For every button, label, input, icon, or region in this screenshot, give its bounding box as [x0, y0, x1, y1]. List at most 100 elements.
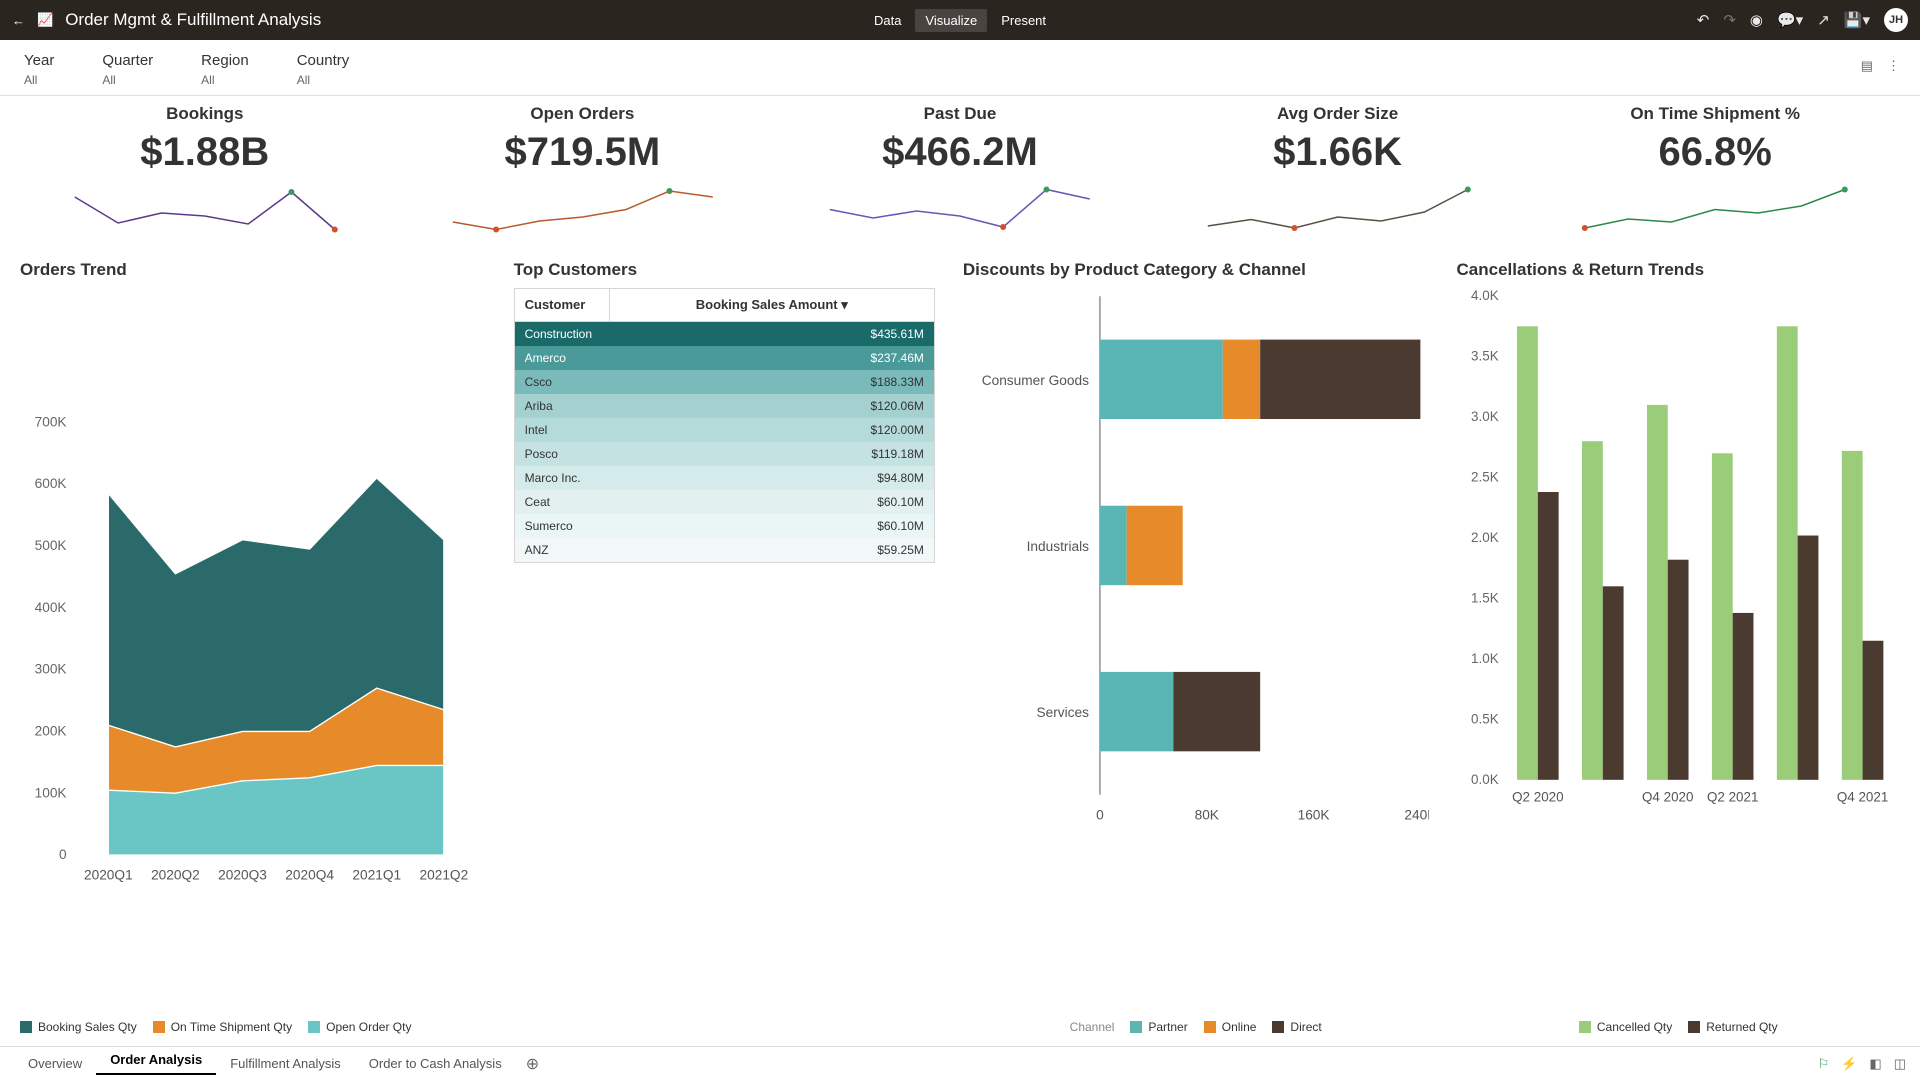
- svg-text:3.0K: 3.0K: [1471, 409, 1499, 424]
- svg-text:500K: 500K: [35, 538, 67, 553]
- svg-text:160K: 160K: [1297, 807, 1329, 822]
- filter-quarter[interactable]: QuarterAll: [102, 52, 153, 87]
- kpi-label: Open Orders: [398, 104, 768, 124]
- svg-text:0.5K: 0.5K: [1471, 711, 1499, 726]
- svg-text:Q4 2020: Q4 2020: [1642, 789, 1694, 804]
- undo-icon[interactable]: ↶: [1697, 11, 1710, 29]
- legend-item[interactable]: Open Order Qty: [308, 1020, 411, 1034]
- table-row[interactable]: Posco$119.18M: [515, 442, 934, 466]
- bottom-tabs: OverviewOrder AnalysisFulfillment Analys…: [0, 1046, 1920, 1080]
- svg-text:240K: 240K: [1404, 807, 1428, 822]
- svg-text:2020Q1: 2020Q1: [84, 868, 133, 883]
- footer-flag-icon[interactable]: ⚐: [1818, 1056, 1830, 1072]
- svg-text:Q4 2021: Q4 2021: [1836, 789, 1888, 804]
- legend-item[interactable]: Cancelled Qty: [1579, 1020, 1672, 1034]
- legend-item[interactable]: Direct: [1272, 1020, 1321, 1034]
- kpi-tile[interactable]: Avg Order Size$1.66K: [1153, 104, 1523, 244]
- legend-item[interactable]: Returned Qty: [1688, 1020, 1777, 1034]
- filter-region[interactable]: RegionAll: [201, 52, 249, 87]
- svg-text:100K: 100K: [35, 785, 67, 800]
- add-tab-icon[interactable]: ⊕: [526, 1054, 539, 1074]
- sparkline: [1530, 179, 1900, 241]
- sparkline: [775, 179, 1145, 241]
- table-row[interactable]: Construction$435.61M: [515, 322, 934, 346]
- filter-year[interactable]: YearAll: [24, 52, 54, 87]
- table-row[interactable]: Intel$120.00M: [515, 418, 934, 442]
- top-customers-table: Customer Booking Sales Amount ▾ Construc…: [514, 288, 935, 563]
- table-row[interactable]: Amerco$237.46M: [515, 346, 934, 370]
- svg-text:400K: 400K: [35, 600, 67, 615]
- top-customers-panel[interactable]: Top Customers Customer Booking Sales Amo…: [514, 260, 935, 1034]
- kpi-value: 66.8%: [1530, 130, 1900, 175]
- legend-item[interactable]: Online: [1204, 1020, 1257, 1034]
- kpi-tile[interactable]: Open Orders $719.5M: [398, 104, 768, 244]
- table-row[interactable]: Csco$188.33M: [515, 370, 934, 394]
- table-row[interactable]: ANZ$59.25M: [515, 538, 934, 562]
- page-title: Order Mgmt & Fulfillment Analysis: [65, 10, 321, 30]
- sparkline: [20, 179, 390, 241]
- footer-layout2-icon[interactable]: ◫: [1894, 1056, 1906, 1072]
- refresh-icon[interactable]: ◉: [1750, 11, 1763, 29]
- legend-item[interactable]: Booking Sales Qty: [20, 1020, 137, 1034]
- svg-text:Consumer Goods: Consumer Goods: [982, 373, 1089, 388]
- filter-params-icon[interactable]: ▤: [1861, 58, 1873, 74]
- kpi-label: On Time Shipment %: [1530, 104, 1900, 124]
- mode-present[interactable]: Present: [991, 9, 1056, 32]
- svg-text:Q2 2020: Q2 2020: [1512, 789, 1564, 804]
- legend-item[interactable]: On Time Shipment Qty: [153, 1020, 292, 1034]
- kpi-value: $466.2M: [775, 130, 1145, 175]
- canvas-tab[interactable]: Overview: [14, 1056, 96, 1071]
- redo-icon[interactable]: ↷: [1723, 11, 1736, 29]
- svg-text:2.5K: 2.5K: [1471, 470, 1499, 485]
- footer-bolt-icon[interactable]: ⚡: [1841, 1056, 1857, 1072]
- kpi-tile[interactable]: Past Due $466.2M: [775, 104, 1145, 244]
- sparkline: [398, 179, 768, 241]
- legend-item[interactable]: Partner: [1130, 1020, 1187, 1034]
- kpi-label: Bookings: [20, 104, 390, 124]
- cancellations-panel[interactable]: Cancellations & Return Trends 0.0K 0.5K 1.…: [1457, 260, 1900, 1034]
- svg-text:1.0K: 1.0K: [1471, 651, 1499, 666]
- table-row[interactable]: Sumerco$60.10M: [515, 514, 934, 538]
- kpi-value: $719.5M: [398, 130, 768, 175]
- orders-trend-panel[interactable]: Orders Trend 0100K200K300K400K500K600K70…: [20, 260, 486, 1034]
- kpi-value: $1.88B: [20, 130, 390, 175]
- svg-text:3.5K: 3.5K: [1471, 349, 1499, 364]
- discounts-chart: Consumer GoodsIndustrialsServices080K160…: [963, 288, 1429, 1014]
- back-icon[interactable]: ←: [12, 13, 25, 28]
- canvas-tab[interactable]: Order Analysis: [96, 1052, 216, 1075]
- footer-layout1-icon[interactable]: ◧: [1869, 1056, 1881, 1072]
- top-customers-title: Top Customers: [514, 260, 935, 280]
- table-header-amount[interactable]: Booking Sales Amount ▾: [610, 289, 934, 321]
- filter-country[interactable]: CountryAll: [297, 52, 350, 87]
- sparkline: [1153, 179, 1523, 241]
- mode-visualize[interactable]: Visualize: [915, 9, 987, 32]
- svg-text:2020Q2: 2020Q2: [151, 868, 200, 883]
- canvas-tab[interactable]: Order to Cash Analysis: [355, 1056, 516, 1071]
- workbook-icon: 📈: [37, 12, 53, 28]
- save-icon[interactable]: 💾▾: [1844, 11, 1870, 29]
- svg-text:2021Q2: 2021Q2: [419, 868, 468, 883]
- cancellations-title: Cancellations & Return Trends: [1457, 260, 1900, 280]
- export-icon[interactable]: ↗: [1817, 11, 1830, 29]
- svg-text:2020Q4: 2020Q4: [285, 868, 334, 883]
- svg-text:Industrials: Industrials: [1027, 539, 1090, 554]
- svg-text:Q2 2021: Q2 2021: [1706, 789, 1757, 804]
- avatar[interactable]: JH: [1884, 8, 1908, 32]
- kpi-label: Avg Order Size: [1153, 104, 1523, 124]
- table-row[interactable]: Ariba$120.06M: [515, 394, 934, 418]
- svg-text:0.0K: 0.0K: [1471, 772, 1499, 787]
- svg-text:Services: Services: [1036, 705, 1089, 720]
- table-row[interactable]: Marco Inc.$94.80M: [515, 466, 934, 490]
- canvas-tab[interactable]: Fulfillment Analysis: [216, 1056, 355, 1071]
- comment-icon[interactable]: 💬▾: [1777, 11, 1803, 29]
- svg-text:0: 0: [59, 847, 67, 862]
- kpi-label: Past Due: [775, 104, 1145, 124]
- filter-menu-icon[interactable]: ⋮: [1887, 58, 1900, 74]
- table-header-customer[interactable]: Customer: [515, 289, 610, 321]
- kpi-tile[interactable]: On Time Shipment % 66.8%: [1530, 104, 1900, 244]
- kpi-tile[interactable]: Bookings $1.88B: [20, 104, 390, 244]
- kpi-row: Bookings$1.88BOpen Orders$719.5MPast Due…: [20, 104, 1900, 244]
- table-row[interactable]: Ceat$60.10M: [515, 490, 934, 514]
- discounts-panel[interactable]: Discounts by Product Category & Channel …: [963, 260, 1429, 1034]
- mode-data[interactable]: Data: [864, 9, 911, 32]
